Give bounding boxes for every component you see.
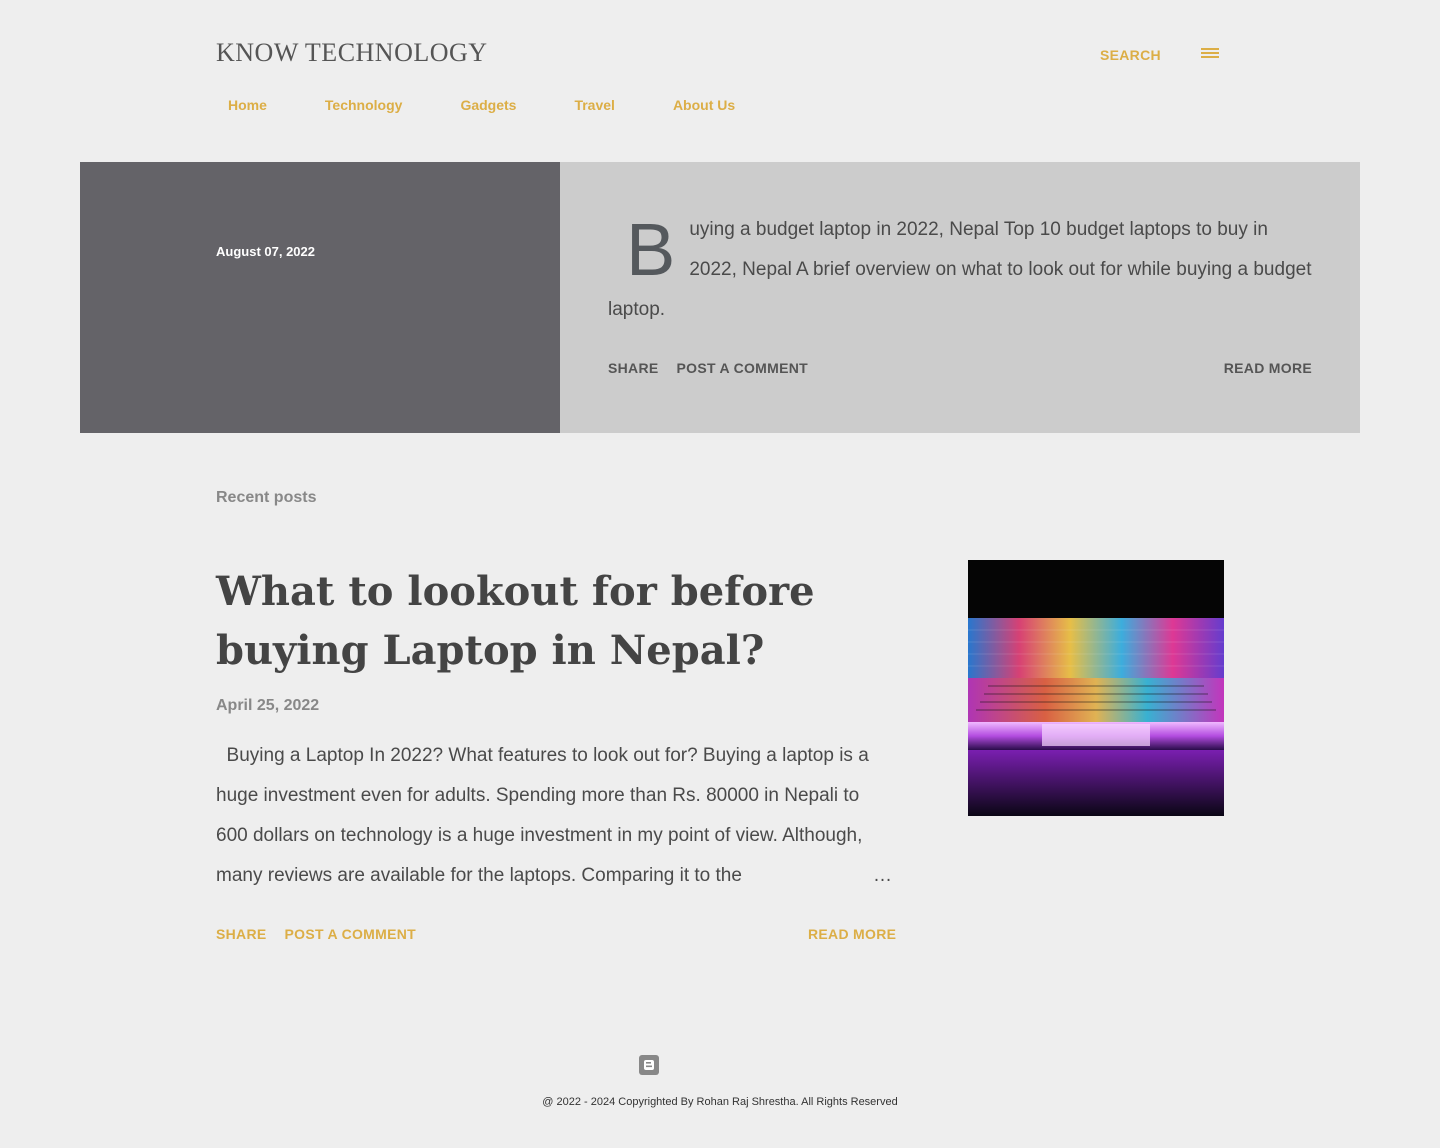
footer-copyright: @ 2022 - 2024 Copyrighted By Rohan Raj S… — [542, 1096, 898, 1108]
post-snippet[interactable]: Buying a Laptop In 2022? What features t… — [216, 736, 892, 896]
post-snippet-ellipsis: … — [813, 856, 892, 896]
hamburger-menu-icon[interactable] — [1201, 48, 1221, 64]
featured-post: August 07, 2022 Buying a budget laptop i… — [80, 162, 1360, 433]
post-comment-link[interactable]: Post a Comment — [285, 926, 417, 942]
featured-post-meta: August 07, 2022 — [80, 162, 560, 433]
main-nav: Home Technology Gadgets Travel About Us — [228, 97, 735, 113]
post-read-more: Read more — [808, 926, 896, 944]
post-title[interactable]: What to lookout for before buying Laptop… — [216, 562, 856, 680]
featured-post-snippet[interactable]: Buying a budget laptop in 2022, Nepal To… — [608, 210, 1314, 330]
featured-share-button[interactable]: Share — [608, 360, 659, 376]
featured-snippet-text: uying a budget laptop in 2022, Nepal Top… — [608, 219, 1312, 320]
featured-post-actions: Share Post a Comment — [608, 360, 808, 376]
nav-item-gadgets[interactable]: Gadgets — [460, 97, 516, 113]
featured-dropcap: B — [626, 208, 676, 291]
featured-read-more: Read more — [1224, 360, 1312, 378]
post-read-more-link[interactable]: Read more — [808, 926, 896, 942]
blog-title[interactable]: Know Technology — [216, 38, 488, 68]
featured-post-date[interactable]: August 07, 2022 — [216, 244, 315, 259]
post-date[interactable]: April 25, 2022 — [216, 697, 319, 715]
laptop-rainbow-keyboard-image — [968, 560, 1224, 816]
nav-item-about-us[interactable]: About Us — [673, 97, 735, 113]
featured-comment-link[interactable]: Post a Comment — [677, 360, 809, 376]
search-button[interactable]: Search — [1100, 47, 1161, 63]
featured-read-more-link[interactable]: Read more — [1224, 360, 1312, 376]
nav-item-technology[interactable]: Technology — [325, 97, 403, 113]
nav-item-home[interactable]: Home — [228, 97, 267, 113]
post-snippet-text: Buying a Laptop In 2022? What features t… — [216, 745, 869, 886]
nav-item-travel[interactable]: Travel — [574, 97, 614, 113]
post-actions: Share Post a Comment — [216, 926, 416, 942]
blogger-icon[interactable] — [639, 1055, 659, 1075]
post-share-button[interactable]: Share — [216, 926, 267, 942]
recent-posts-heading: Recent posts — [216, 489, 317, 506]
featured-post-body: Buying a budget laptop in 2022, Nepal To… — [560, 162, 1360, 433]
post-thumbnail[interactable] — [968, 560, 1224, 816]
